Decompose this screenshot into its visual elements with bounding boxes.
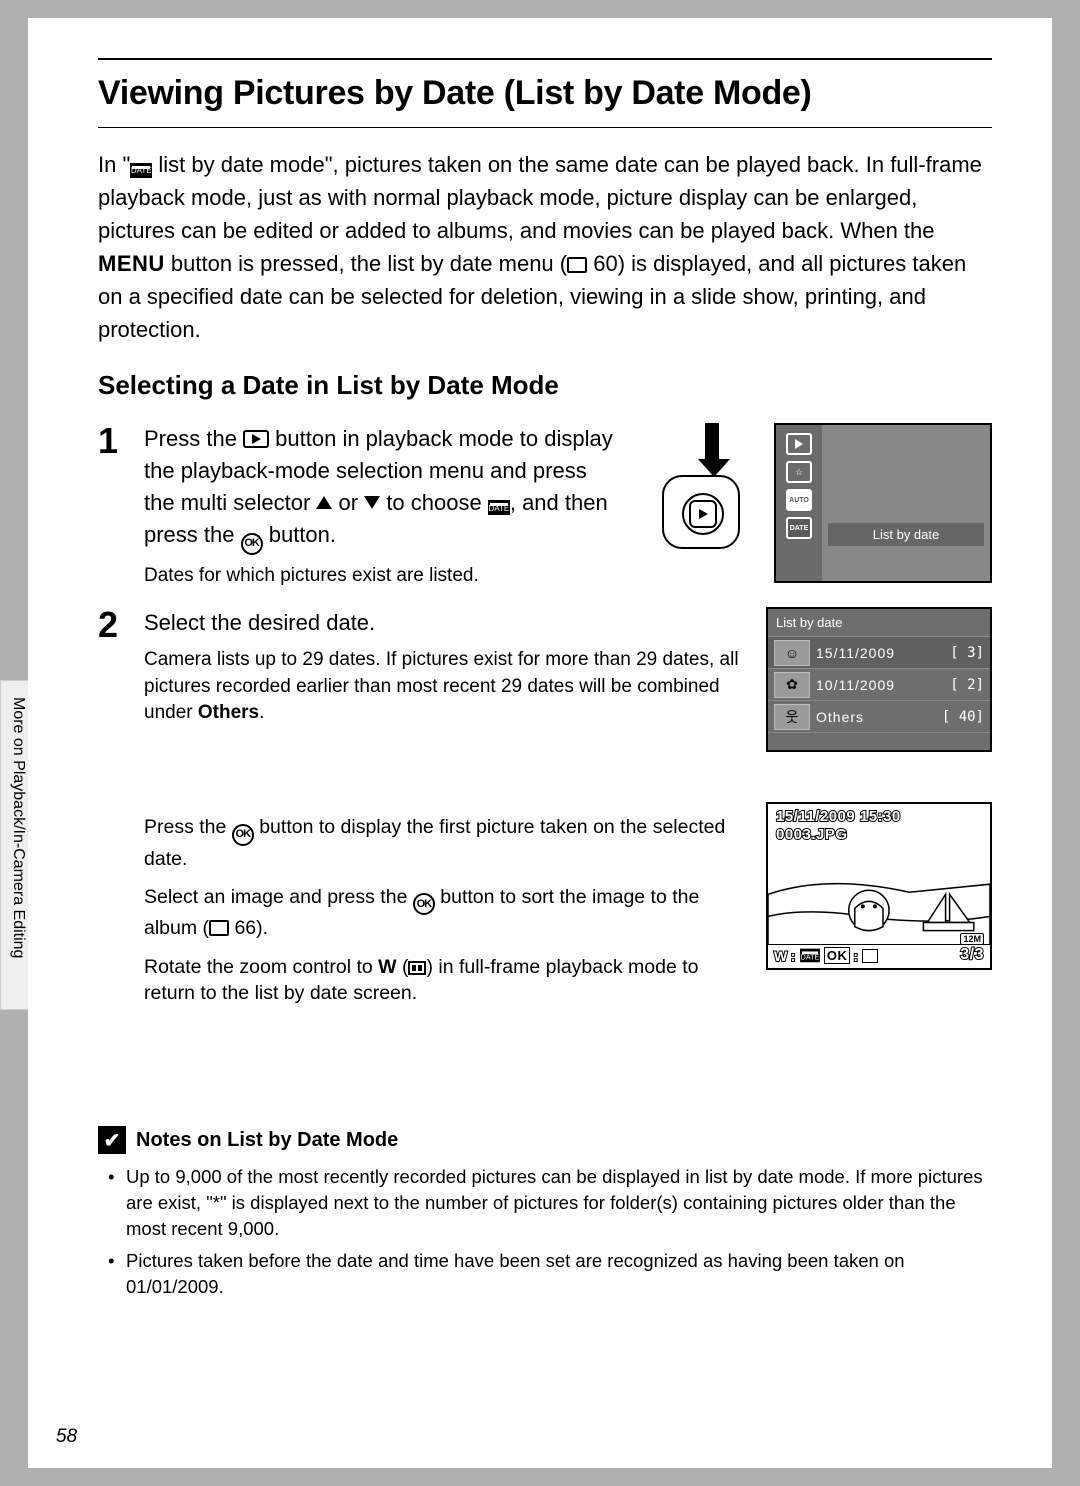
date-icon: DATE — [800, 949, 820, 963]
manual-ref-icon — [209, 920, 229, 936]
counter-index: 3/ — [960, 946, 974, 963]
ok-label: OK — [824, 947, 851, 964]
down-icon — [364, 496, 380, 509]
thumbnail-icon: 웃 — [774, 704, 810, 730]
note-item: Up to 9,000 of the most recently recorde… — [108, 1164, 992, 1242]
page-title: Viewing Pictures by Date (List by Date M… — [98, 74, 992, 113]
step-number: 1 — [98, 423, 144, 589]
date-icon: DATE — [488, 500, 510, 515]
step-number: 2 — [98, 607, 144, 1006]
date-text: 15/11/2009 — [816, 645, 944, 661]
step-1-diagram: ☆ AUTO DATE List by date — [634, 423, 992, 583]
playback-preview-screen: 15/11/2009 15:30 0003.JPG — [766, 802, 992, 970]
list-by-date-screen: List by date ☺ 15/11/2009 [ 3] ✿ 10/11/2… — [766, 607, 992, 752]
date-row: ✿ 10/11/2009 [ 2] — [768, 668, 990, 700]
mode-icon-auto: AUTO — [786, 489, 812, 511]
thumbnail-grid-icon — [408, 961, 426, 975]
date-row: ☺ 15/11/2009 [ 3] — [768, 636, 990, 668]
thumbnail-icon: ☺ — [774, 640, 810, 666]
mode-icon-favorites: ☆ — [786, 461, 812, 483]
step-1-text: Press the button in playback mode to dis… — [144, 423, 620, 555]
page: Viewing Pictures by Date (List by Date M… — [28, 18, 1052, 1468]
mode-icon-date: DATE — [786, 517, 812, 539]
step-2-para1: Camera lists up to 29 dates. If pictures… — [144, 647, 748, 727]
playback-icon — [243, 430, 269, 448]
mode-selection-screen: ☆ AUTO DATE List by date — [774, 423, 992, 583]
notes-section: ✔ Notes on List by Date Mode Up to 9,000… — [98, 1126, 992, 1299]
ok-button-icon: OK — [413, 893, 435, 915]
caution-icon: ✔ — [98, 1126, 126, 1154]
playback-button-icon — [689, 500, 717, 528]
page-number: 58 — [56, 1426, 77, 1448]
album-icon — [862, 949, 878, 963]
count-text: [ 3] — [950, 645, 984, 661]
date-text: Others — [816, 709, 936, 725]
manual-ref-icon — [567, 257, 587, 273]
ok-button-icon: OK — [232, 824, 254, 846]
ok-button-icon: OK — [241, 533, 263, 555]
section-subtitle: Selecting a Date in List by Date Mode — [98, 370, 992, 401]
step-2-para4: Rotate the zoom control to W () in full-… — [144, 954, 748, 1007]
thumbnail-icon: ✿ — [774, 672, 810, 698]
step-2: 2 Select the desired date. Camera lists … — [98, 607, 992, 1006]
up-icon — [316, 496, 332, 509]
date-text: 10/11/2009 — [816, 677, 944, 693]
preview-filename: 0003.JPG — [776, 826, 848, 843]
step-2-para2: Press the OK button to display the first… — [144, 814, 748, 872]
step-2-title: Select the desired date. — [144, 607, 748, 639]
note-item: Pictures taken before the date and time … — [108, 1248, 992, 1300]
step-2-para3: Select an image and press the OK button … — [144, 884, 748, 942]
preview-datetime: 15/11/2009 15:30 — [776, 808, 901, 825]
mode-label: List by date — [828, 523, 984, 546]
step-1-note: Dates for which pictures exist are liste… — [144, 563, 620, 590]
screen-title: List by date — [768, 609, 990, 636]
date-icon: DATE — [130, 163, 152, 178]
count-text: [ 2] — [950, 677, 984, 693]
menu-label: MENU — [98, 251, 165, 276]
resolution-badge: 12M — [960, 933, 984, 945]
intro-paragraph: In "DATE list by date mode", pictures ta… — [98, 148, 992, 346]
step-1: 1 Press the button in playback mode to d… — [98, 423, 992, 589]
count-text: [ 40] — [942, 709, 984, 725]
arrow-down-icon — [698, 423, 726, 477]
mode-icon-playback — [786, 433, 812, 455]
camera-back-illustration — [634, 423, 764, 563]
counter-total: 3 — [975, 946, 984, 963]
date-row: 웃 Others [ 40] — [768, 700, 990, 732]
notes-title: Notes on List by Date Mode — [136, 1129, 398, 1152]
w-label: W — [774, 948, 788, 964]
